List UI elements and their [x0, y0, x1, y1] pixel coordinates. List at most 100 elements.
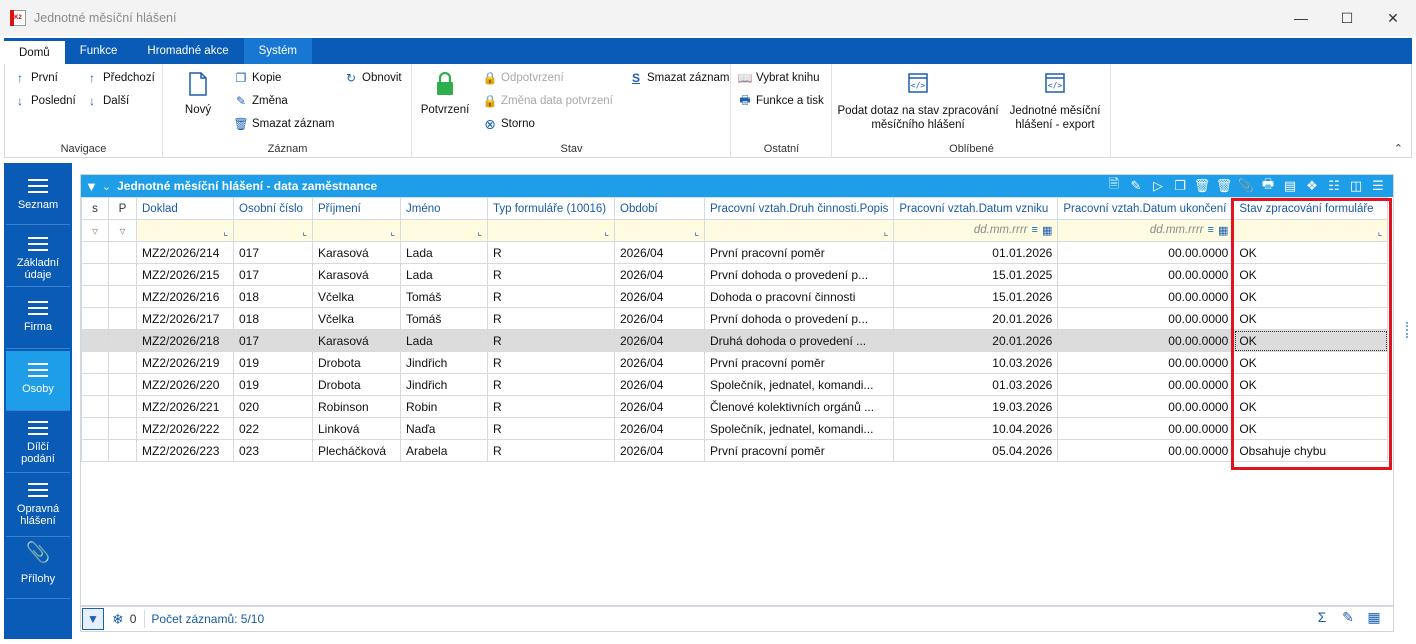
cell-p[interactable] [108, 329, 137, 352]
cell-doklad[interactable]: MZ2/2026/223 [136, 439, 234, 462]
cell-datum-vzniku[interactable]: 19.03.2026 [893, 395, 1059, 418]
cell-obdobi[interactable]: 2026/04 [614, 417, 705, 440]
cell-s[interactable] [81, 373, 109, 396]
cell-druh-cinnosti[interactable]: Společník, jednatel, komandi... [703, 373, 895, 396]
cell-obdobi[interactable]: 2026/04 [614, 285, 705, 308]
col-header-obdobi[interactable]: Období [614, 197, 705, 220]
delete-state-button[interactable]: S Smazat záznam [629, 71, 729, 85]
cell-datum-vzniku[interactable]: 10.03.2026 [893, 351, 1059, 374]
cell-doklad[interactable]: MZ2/2026/219 [136, 351, 234, 374]
cell-obdobi[interactable]: 2026/04 [614, 373, 705, 396]
nav-item-seznam[interactable]: Seznam [6, 167, 70, 225]
cell-s[interactable] [81, 241, 109, 264]
table-row[interactable]: MZ2/2026/217 018 Včelka Tomáš R 2026/04 První … [81, 307, 1389, 330]
calendar-icon[interactable]: ▦ [1042, 224, 1052, 237]
table-row[interactable]: MZ2/2026/220 019 Drobota Jindřich R 2026/04 Sp… [81, 373, 1389, 396]
cell-doklad[interactable]: MZ2/2026/214 [136, 241, 234, 264]
cell-doklad[interactable]: MZ2/2026/218 [136, 329, 234, 352]
cell-osobni-cislo[interactable]: 022 [233, 417, 313, 440]
cell-datum-ukonceni[interactable]: 00.00.0000 [1057, 373, 1235, 396]
cell-datum-ukonceni[interactable]: 00.00.0000 [1057, 285, 1235, 308]
print-button[interactable]: 🖶 Funkce a tisk [738, 93, 823, 108]
refresh-button[interactable]: ↻ Obnovit [344, 71, 402, 85]
table-row[interactable]: MZ2/2026/216 018 Včelka Tomáš R 2026/04 Dohoda… [81, 285, 1389, 308]
nav-item-firma[interactable]: Firma [6, 289, 70, 349]
filter-cell-p[interactable]: ▿ [108, 219, 137, 242]
cell-datum-ukonceni[interactable]: 00.00.0000 [1057, 439, 1235, 462]
export-button[interactable]: </> Jednotné měsíční hlášení - export [1003, 72, 1107, 132]
col-header-datum-ukonceni[interactable]: Pracovní vztah.Datum ukončení [1057, 197, 1235, 220]
bar-chart-icon[interactable]: ▤ [1279, 178, 1301, 194]
filter-input-stav-zpracovani[interactable]: ⌞ [1233, 219, 1389, 242]
cell-jmeno[interactable]: Lada [400, 329, 488, 352]
cell-prijmeni[interactable]: Karasová [312, 241, 401, 264]
copy-icon[interactable]: ❐ [1169, 178, 1191, 194]
cell-druh-cinnosti[interactable]: Dohoda o pracovní činnosti [703, 285, 895, 308]
calendar-icon[interactable]: ▦ [1218, 224, 1228, 237]
col-header-stav-zpracovani[interactable]: Stav zpracování formuláře [1233, 197, 1389, 220]
cell-obdobi[interactable]: 2026/04 [614, 439, 705, 462]
table-row[interactable]: MZ2/2026/214 017 Karasová Lada R 2026/04 První… [81, 241, 1389, 264]
cell-datum-ukonceni[interactable]: 00.00.0000 [1057, 395, 1235, 418]
cell-typ-formulare[interactable]: R [487, 351, 615, 374]
cell-datum-ukonceni[interactable]: 00.00.0000 [1057, 351, 1235, 374]
new-button[interactable]: Nový [174, 72, 222, 116]
cell-datum-vzniku[interactable]: 10.04.2026 [893, 417, 1059, 440]
first-button[interactable]: ↑ První [13, 71, 58, 85]
new-document-icon[interactable]: 🗎 [1103, 175, 1125, 197]
select-book-button[interactable]: 📖 Vybrat knihu [738, 71, 820, 85]
cell-datum-vzniku[interactable]: 15.01.2025 [893, 263, 1059, 286]
cell-stav-zpracovani[interactable]: OK [1233, 373, 1389, 396]
filter-input-druh-cinnosti[interactable]: ⌞ [703, 219, 895, 242]
cell-obdobi[interactable]: 2026/04 [614, 329, 705, 352]
cell-p[interactable] [108, 263, 137, 286]
next-button[interactable]: ↓ Další [85, 94, 129, 108]
cell-s[interactable] [81, 263, 109, 286]
filter-toggle-button[interactable]: ▼ [82, 608, 104, 630]
unconfirm-button[interactable]: 🔒 Odpotvrzení [483, 71, 564, 85]
cell-typ-formulare[interactable]: R [487, 329, 615, 352]
cell-stav-zpracovani[interactable]: Obsahuje chybu [1233, 439, 1389, 462]
cell-osobni-cislo[interactable]: 023 [233, 439, 313, 462]
col-header-p[interactable]: P [108, 197, 137, 220]
tab-system[interactable]: Systém [243, 38, 312, 64]
cell-jmeno[interactable]: Tomáš [400, 285, 488, 308]
cell-jmeno[interactable]: Robin [400, 395, 488, 418]
cell-doklad[interactable]: MZ2/2026/222 [136, 417, 234, 440]
cell-druh-cinnosti[interactable]: Společník, jednatel, komandi... [703, 417, 895, 440]
pencil-icon[interactable]: ✎ [1125, 178, 1147, 194]
cell-typ-formulare[interactable]: R [487, 395, 615, 418]
cell-doklad[interactable]: MZ2/2026/216 [136, 285, 234, 308]
cell-obdobi[interactable]: 2026/04 [614, 241, 705, 264]
tree-icon[interactable]: ❖ [1301, 178, 1323, 194]
cell-jmeno[interactable]: Naďa [400, 417, 488, 440]
cell-stav-zpracovani[interactable]: OK [1233, 285, 1389, 308]
filter-input-doklad[interactable]: ⌞ [136, 219, 234, 242]
tab-domu[interactable]: Domů [4, 41, 65, 64]
cell-typ-formulare[interactable]: R [487, 263, 615, 286]
cell-s[interactable] [81, 329, 109, 352]
trash-icon[interactable]: 🗑 [1191, 178, 1213, 194]
play-icon[interactable]: ▷ [1147, 178, 1169, 194]
cell-jmeno[interactable]: Arabela [400, 439, 488, 462]
cell-p[interactable] [108, 395, 137, 418]
filter-input-typ-formulare[interactable]: ⌞ [487, 219, 615, 242]
cell-stav-zpracovani[interactable]: OK [1233, 395, 1389, 418]
columns-icon[interactable]: ☷ [1323, 178, 1345, 194]
cell-druh-cinnosti[interactable]: První dohoda o provedení p... [703, 263, 895, 286]
confirm-button[interactable]: Potvrzení [417, 72, 473, 116]
filter-input-obdobi[interactable]: ⌞ [614, 219, 705, 242]
cell-osobni-cislo[interactable]: 017 [233, 263, 313, 286]
col-header-osobni-cislo[interactable]: Osobní číslo [233, 197, 313, 220]
col-header-druh-cinnosti[interactable]: Pracovní vztah.Druh činnosti.Popis [703, 197, 895, 220]
last-button[interactable]: ↓ Poslední [13, 94, 76, 108]
cell-prijmeni[interactable]: Drobota [312, 351, 401, 374]
cell-s[interactable] [81, 351, 109, 374]
settings-table-icon[interactable]: ▦ [1361, 609, 1387, 626]
cell-osobni-cislo[interactable]: 017 [233, 241, 313, 264]
table-row[interactable]: MZ2/2026/219 019 Drobota Jindřich R 2026/04 Pr… [81, 351, 1389, 374]
cell-doklad[interactable]: MZ2/2026/217 [136, 307, 234, 330]
cell-prijmeni[interactable]: Drobota [312, 373, 401, 396]
cell-osobni-cislo[interactable]: 017 [233, 329, 313, 352]
cell-prijmeni[interactable]: Karasová [312, 263, 401, 286]
